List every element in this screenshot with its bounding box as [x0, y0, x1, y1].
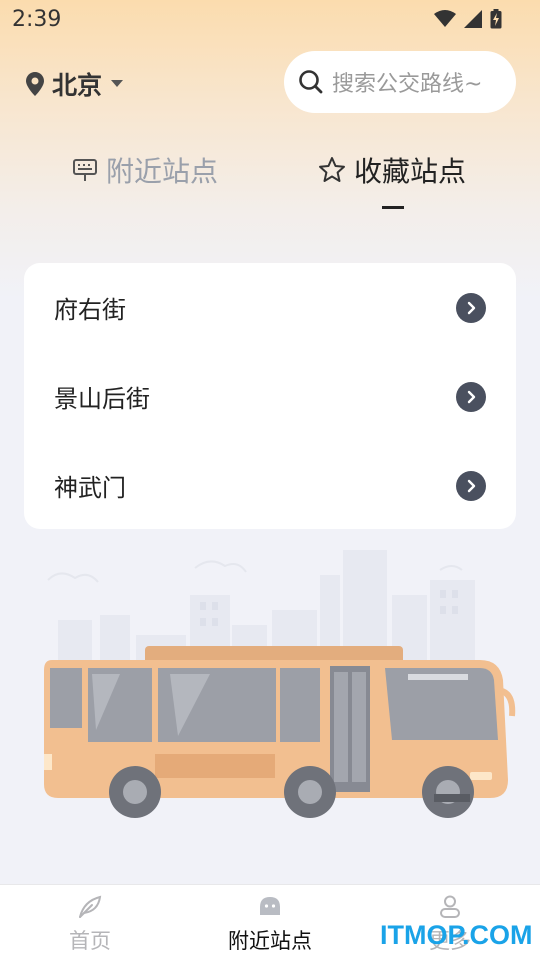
station-name: 景山后街 [54, 385, 150, 413]
bus-stop-sign-icon [73, 159, 97, 181]
bus-city-illustration [44, 550, 516, 818]
site-watermark: ITMOP.COM [380, 920, 533, 950]
top-bar: 北京 搜索公交路线~ [0, 50, 540, 114]
nav-nearby-stations[interactable]: 附近站点 [180, 885, 360, 960]
tab-nearby-stations[interactable]: 附近站点 [72, 150, 218, 190]
city-selector[interactable]: 北京 [26, 66, 124, 102]
user-icon [440, 895, 460, 918]
feather-icon [79, 895, 102, 918]
chevron-right-icon[interactable] [456, 470, 486, 501]
nav-home[interactable]: 首页 [0, 885, 180, 960]
caret-down-icon [111, 80, 124, 87]
status-time: 2:39 [12, 6, 62, 32]
nav-nearby-label: 附近站点 [228, 929, 312, 953]
tab-nearby-label: 附近站点 [106, 155, 219, 188]
signal-icon [464, 10, 482, 28]
chevron-right-icon[interactable] [456, 292, 486, 323]
bus-face-icon [260, 897, 280, 915]
station-name: 府右街 [54, 296, 126, 324]
search-placeholder: 搜索公交路线~ [332, 72, 483, 97]
status-icons [434, 9, 502, 29]
search-icon [299, 70, 323, 94]
list-item[interactable]: 府右街 [24, 263, 516, 352]
location-pin-icon [26, 72, 44, 96]
list-item[interactable]: 景山后街 [24, 352, 516, 441]
battery-icon [490, 9, 502, 29]
nav-home-label: 首页 [69, 929, 111, 953]
star-icon [319, 157, 345, 182]
city-name: 北京 [52, 71, 103, 100]
tab-favorite-stations[interactable]: 收藏站点 [318, 150, 466, 190]
active-tab-indicator [382, 206, 404, 209]
search-input[interactable]: 搜索公交路线~ [284, 51, 516, 113]
favorite-stations-list: 府右街 景山后街 神武门 [24, 263, 516, 529]
tab-favorite-label: 收藏站点 [354, 155, 467, 188]
chevron-right-icon[interactable] [456, 381, 486, 412]
list-item[interactable]: 神武门 [24, 441, 516, 529]
status-bar: 2:39 [0, 0, 540, 38]
station-name: 神武门 [54, 474, 126, 502]
station-tabs: 附近站点 收藏站点 [0, 140, 540, 220]
wifi-icon [434, 10, 456, 27]
